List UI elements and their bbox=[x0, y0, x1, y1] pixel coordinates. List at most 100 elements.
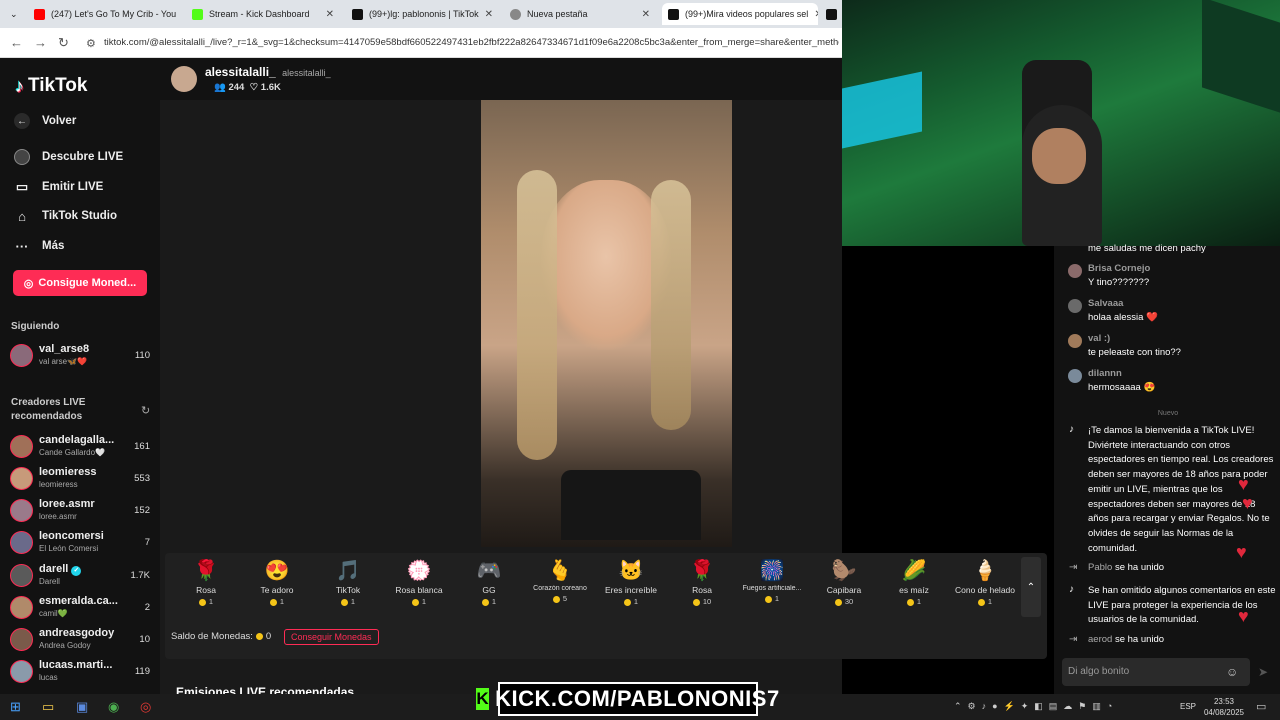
gift-name: es maíz bbox=[899, 585, 929, 595]
verified-badge-icon: ✓ bbox=[71, 566, 82, 576]
notification-icon[interactable]: ▭ bbox=[1256, 700, 1266, 713]
site-info-icon[interactable]: ⚙ bbox=[86, 37, 96, 50]
emoji-icon[interactable]: ☺ bbox=[1226, 665, 1238, 679]
gift-item[interactable]: 🦫 Capibara 30 bbox=[809, 557, 879, 619]
avatar[interactable] bbox=[1068, 334, 1082, 348]
reload-icon[interactable]: ↻ bbox=[58, 35, 69, 51]
viewer-count: 553 bbox=[134, 473, 150, 484]
gift-item[interactable]: 🐱 Eres increíble 1 bbox=[596, 557, 666, 619]
gift-item[interactable]: 😍 Te adoro 1 bbox=[242, 557, 312, 619]
app-icon[interactable]: ▣ bbox=[76, 699, 88, 715]
kick-channel-text: KICK.COM/PABLONONIS7 bbox=[495, 686, 780, 711]
avatar[interactable] bbox=[1068, 264, 1082, 278]
recommended-account[interactable]: darell ✓ Darell 1.7K bbox=[10, 561, 152, 591]
host-name-row[interactable]: alessitalalli_ alessitalalli_ bbox=[205, 65, 331, 79]
recommended-account[interactable]: leomieress leomieress 553 bbox=[10, 464, 152, 494]
gift-item[interactable]: 🎮 GG 1 bbox=[454, 557, 524, 619]
gift-item[interactable]: 🌹 Rosa 1 bbox=[171, 557, 241, 619]
coin-icon bbox=[977, 598, 985, 606]
tab-new[interactable]: Nueva pestaña ✕ bbox=[504, 3, 656, 25]
gift-item[interactable]: 🌽 es maíz 1 bbox=[879, 557, 949, 619]
hair-right bbox=[651, 180, 691, 430]
tab-tiktok-profile[interactable]: (99+)lg: pablononis | TikTok ✕ bbox=[346, 3, 498, 25]
broadcast-icon: ▭ bbox=[15, 179, 29, 194]
nav-more[interactable]: ··· Más bbox=[14, 238, 65, 254]
nav-go-live[interactable]: ▭ Emitir LIVE bbox=[14, 179, 104, 195]
url-field[interactable]: tiktok.com/@alessitalalli_/live?_r=1&_sv… bbox=[104, 37, 839, 48]
close-icon[interactable]: ✕ bbox=[814, 9, 818, 20]
close-icon[interactable]: ✕ bbox=[326, 9, 334, 20]
back-button[interactable]: ← Volver bbox=[14, 113, 76, 129]
nav-tiktok-studio[interactable]: ⌂ TikTok Studio bbox=[14, 208, 117, 224]
address-bar: ← → ↻ ⚙ tiktok.com/@alessitalalli_/live?… bbox=[0, 28, 842, 58]
file-explorer-icon[interactable]: ▭ bbox=[42, 699, 54, 715]
avatar[interactable] bbox=[1068, 299, 1082, 313]
live-video[interactable] bbox=[481, 100, 732, 547]
gift-item[interactable]: 🎆 Fuegos artificiale... 1 bbox=[737, 557, 807, 619]
chat-input[interactable]: Di algo bonito bbox=[1062, 658, 1250, 686]
nav-label: Emitir LIVE bbox=[42, 181, 104, 193]
clock[interactable]: 23:53 04/08/2025 bbox=[1200, 696, 1248, 718]
tab-youtube[interactable]: (247) Let's Go To My Crib - You ✕ bbox=[28, 3, 180, 25]
gift-item[interactable]: 🍦 Cono de helado 1 bbox=[950, 557, 1020, 619]
system-tray-icons[interactable]: ⌃⚙♪●⚡✦◧▤☁⚑▥◔ bbox=[954, 701, 1118, 712]
get-coins-link[interactable]: Conseguir Monedas bbox=[284, 629, 379, 645]
gift-item[interactable]: 💮 Rosa blanca 1 bbox=[384, 557, 454, 619]
expand-gifts-button[interactable]: ⌃ bbox=[1021, 557, 1041, 617]
gift-item[interactable]: 🌹 Rosa 10 bbox=[667, 557, 737, 619]
get-coins-label: Consigue Moned... bbox=[38, 277, 137, 289]
chat-username[interactable]: Brisa Cornejo bbox=[1088, 263, 1150, 274]
join-icon: ⇥ bbox=[1069, 634, 1078, 645]
avatar bbox=[10, 499, 33, 522]
get-coins-button[interactable]: ◎ Consigue Moned... bbox=[13, 270, 147, 296]
recommended-account[interactable]: leoncomersi El León Comersi 7 bbox=[10, 528, 152, 558]
nav-label: Más bbox=[42, 240, 65, 252]
recommended-account[interactable]: lucaas.marti... lucas 119 bbox=[10, 657, 152, 687]
chat-username[interactable]: dilannn bbox=[1088, 368, 1122, 379]
close-icon[interactable]: ✕ bbox=[642, 9, 650, 20]
tiktok-gift-icon: 🎵 bbox=[335, 560, 361, 582]
new-messages-divider: Nuevo bbox=[1068, 410, 1268, 417]
forward-arrow-icon[interactable]: → bbox=[34, 35, 47, 50]
host-avatar[interactable] bbox=[171, 66, 197, 92]
tab-list-button[interactable]: ⌄ bbox=[4, 3, 26, 25]
gift-item[interactable]: 🫰 Corazón coreano 5 bbox=[525, 557, 595, 619]
following-account[interactable]: val_arse8 val arse🦋❤️ 110 bbox=[10, 341, 152, 371]
recommended-account[interactable]: andreasgodoy Andrea Godoy 10 bbox=[10, 625, 152, 655]
viewer-count: 119 bbox=[134, 666, 150, 677]
viewer-count: 161 bbox=[134, 441, 150, 452]
tiktok-logo[interactable]: ♪ TikTok bbox=[15, 75, 87, 97]
tab-kick[interactable]: Stream - Kick Dashboard ✕ bbox=[186, 3, 340, 25]
coin-icon bbox=[198, 598, 206, 606]
viewer-count: 152 bbox=[134, 505, 150, 516]
recommended-account[interactable]: loree.asmr loree.asmr 152 bbox=[10, 496, 152, 526]
chrome-icon[interactable]: ◉ bbox=[108, 699, 119, 715]
divider-label: Nuevo bbox=[1157, 410, 1179, 417]
send-icon[interactable]: ➤ bbox=[1258, 665, 1268, 679]
gift-price-value: 1 bbox=[208, 597, 214, 606]
account-subtitle: El León Comersi bbox=[39, 544, 99, 553]
gift-item[interactable]: 🎵 TikTok 1 bbox=[313, 557, 383, 619]
windows-start-icon[interactable]: ⊞ bbox=[10, 699, 21, 715]
avatar bbox=[10, 467, 33, 490]
obs-icon[interactable]: ◎ bbox=[140, 699, 151, 715]
recommended-account[interactable]: candelagalla... Cande Gallardo🤍 161 bbox=[10, 432, 152, 462]
nav-discover-live[interactable]: Descubre LIVE bbox=[14, 149, 123, 165]
hair-left bbox=[517, 170, 557, 460]
recommended-account[interactable]: esmeralda.ca... camil💚 2 bbox=[10, 593, 152, 623]
close-icon[interactable]: ✕ bbox=[485, 9, 493, 20]
viewer-count: 1.7K bbox=[130, 570, 150, 581]
refresh-icon[interactable]: ↻ bbox=[141, 404, 150, 417]
viewer-count: 244 bbox=[228, 82, 245, 93]
host-username: alessitalalli_ bbox=[205, 65, 276, 79]
kick-logo-icon: K bbox=[476, 688, 490, 710]
language-indicator[interactable]: ESP bbox=[1180, 702, 1196, 711]
chat-username[interactable]: val :) bbox=[1088, 333, 1110, 344]
back-arrow-icon[interactable]: ← bbox=[10, 35, 23, 50]
chat-username[interactable]: Salvaaa bbox=[1088, 298, 1123, 309]
tab-partial[interactable] bbox=[822, 3, 842, 25]
tab-tiktok-live[interactable]: (99+)Mira videos populares sel ✕ bbox=[662, 3, 818, 25]
monitor-shape bbox=[842, 71, 922, 149]
avatar[interactable] bbox=[1068, 369, 1082, 383]
floating-heart-icon: ♥ bbox=[1242, 493, 1253, 513]
